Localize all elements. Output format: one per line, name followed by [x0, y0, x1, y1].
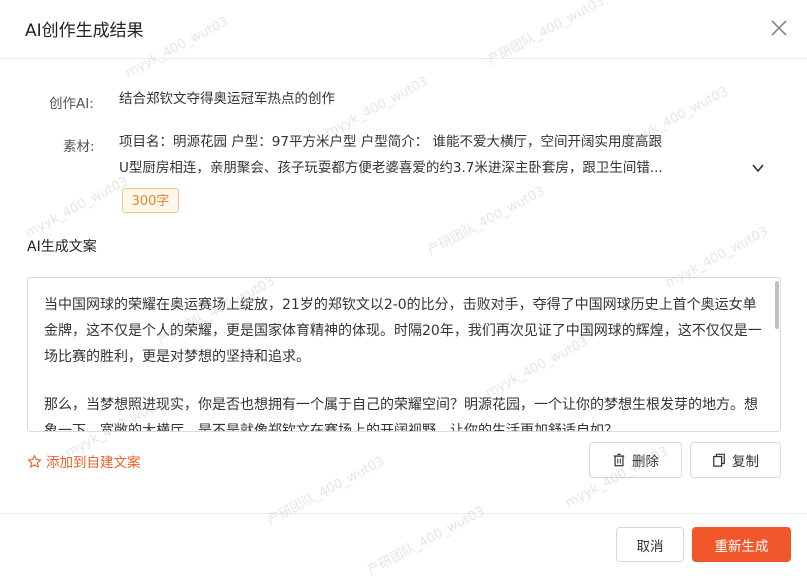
regenerate-button[interactable]: 重新生成 [692, 527, 791, 562]
ai-result-dialog: AI创作生成结果 创作AI: 结合郑钦文夺得奥运冠军热点的创作 素材: 项目名：… [0, 0, 807, 578]
delete-label: 删除 [632, 454, 659, 470]
material-label: 素材: [63, 139, 95, 155]
add-to-custom-copy-link[interactable]: 添加到自建文案 [27, 451, 141, 471]
word-count-badge: 300字 [122, 188, 179, 213]
cancel-button[interactable]: 取消 [616, 527, 684, 562]
watermark: 产研团队_400_wut03 [425, 184, 548, 259]
add-link-label: 添加到自建文案 [46, 455, 141, 471]
generated-text: 当中国网球的荣耀在奥运赛场上绽放，21岁的郑钦文以2-0的比分，击败对手，夺得了… [44, 292, 764, 432]
copy-button[interactable]: 复制 [690, 442, 781, 478]
delete-button[interactable]: 删除 [589, 442, 682, 478]
chevron-down-icon[interactable] [750, 160, 766, 176]
ai-value: 结合郑钦文夺得奥运冠军热点的创作 [119, 91, 335, 107]
footer-divider [0, 513, 807, 514]
watermark: 产研团队_400_wut03 [265, 454, 388, 529]
dialog-header: AI创作生成结果 [0, 0, 807, 59]
generated-text-area[interactable]: 当中国网球的荣耀在奥运赛场上绽放，21岁的郑钦文以2-0的比分，击败对手，夺得了… [27, 277, 781, 432]
material-line-2: U型厨房相连，亲朋聚会、孩子玩耍都方便老婆喜爱的约3.7米进深主卧套房，跟卫生间… [119, 160, 663, 176]
generated-paragraph-1: 当中国网球的荣耀在奥运赛场上绽放，21岁的郑钦文以2-0的比分，击败对手，夺得了… [44, 297, 762, 365]
trash-icon [613, 453, 625, 467]
material-line-1: 项目名：明源花园 户型：97平方米户型 户型简介： 谁能不爱大横厅，空间开阔实用… [119, 134, 663, 150]
star-outline-icon [27, 454, 42, 468]
dialog-title: AI创作生成结果 [25, 21, 144, 41]
ai-label: 创作AI: [49, 96, 94, 112]
watermark: myyk_400_wut03 [23, 174, 131, 241]
textarea-scrollbar[interactable] [775, 281, 779, 329]
material-text: 项目名：明源花园 户型：97平方米户型 户型简介： 谁能不爱大横厅，空间开阔实用… [119, 129, 743, 181]
copy-label: 复制 [732, 454, 759, 470]
generated-paragraph-2: 那么，当梦想照进现实，你是否也想拥有一个属于自己的荣耀空间？明源花园，一个让你的… [44, 397, 758, 432]
copy-icon [713, 453, 725, 467]
section-title: AI生成文案 [27, 239, 97, 255]
close-icon[interactable] [768, 17, 790, 39]
